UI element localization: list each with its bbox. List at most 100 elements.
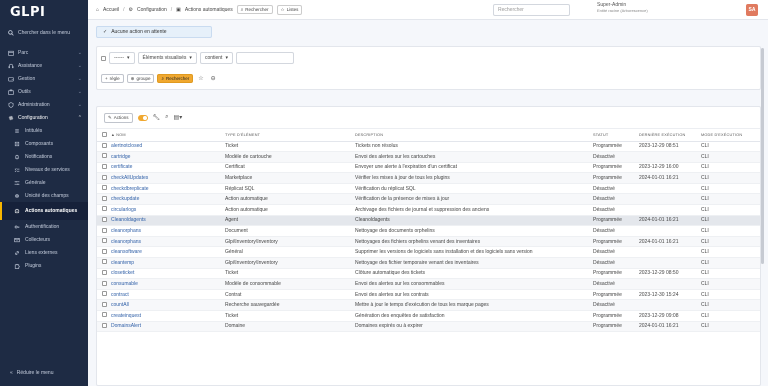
- row-checkbox[interactable]: [102, 259, 107, 265]
- row-checkbox[interactable]: [102, 312, 107, 318]
- column-header-derniere-execution[interactable]: DERNIÈRE EXÉCUTION: [639, 129, 701, 142]
- row-checkbox[interactable]: [102, 269, 107, 275]
- sidebar-item-notifications[interactable]: Notifications: [0, 150, 88, 163]
- row-checkbox[interactable]: [102, 163, 107, 169]
- table-row[interactable]: cleanorphans Glpi\Inventory\Inventory Nett…: [97, 236, 760, 248]
- row-checkbox[interactable]: [102, 238, 107, 244]
- table-row[interactable]: cartridge Modèle de cartouche Envoi des al…: [97, 151, 760, 163]
- table-row[interactable]: checkdbreplicate Réplicat SQL Vérification…: [97, 183, 760, 195]
- breadcrumb-home[interactable]: Accueil: [103, 7, 119, 13]
- link-select[interactable]: ------ ▾: [109, 52, 135, 64]
- row-checkbox[interactable]: [102, 142, 107, 148]
- table-row[interactable]: certificate Certificat Envoyer une alerte …: [97, 162, 760, 174]
- column-header-statut[interactable]: STATUT: [593, 129, 639, 142]
- table-row[interactable]: consumable Modèle de consommable Envoi des…: [97, 278, 760, 290]
- export-icon[interactable]: ▤▾: [174, 114, 183, 121]
- sidebar-item-liens-externes[interactable]: Liens externes: [0, 246, 88, 259]
- page-scrollbar[interactable]: [761, 48, 764, 264]
- row-link[interactable]: countAll: [111, 302, 129, 308]
- menu-item-outils[interactable]: Outils ⌄: [0, 85, 88, 98]
- select-all-checkbox[interactable]: [102, 131, 107, 137]
- row-link[interactable]: DomainsAlert: [111, 323, 141, 329]
- table-row[interactable]: createinquest Ticket Génération des enquêt…: [97, 310, 760, 322]
- user-menu[interactable]: Super-Admin Entité racine (Arborescence): [597, 2, 648, 14]
- row-link[interactable]: circularlogs: [111, 207, 136, 213]
- sidebar-item-unicite[interactable]: Unicité des champs: [0, 189, 88, 202]
- row-link[interactable]: closeticket: [111, 270, 134, 276]
- sidebar-item-intitules[interactable]: Intitulés: [0, 124, 88, 137]
- row-link[interactable]: checkAllUpdates: [111, 175, 148, 181]
- table-row[interactable]: cleantemp Glpi\Inventory\Inventory Nettoya…: [97, 257, 760, 269]
- sidebar-item-plugins[interactable]: Plugins: [0, 259, 88, 272]
- table-row[interactable]: Cleanoldagents Agent Cleanoldagents Program…: [97, 215, 760, 227]
- menu-item-administration[interactable]: Administration ⌄: [0, 98, 88, 111]
- row-checkbox[interactable]: [102, 322, 107, 328]
- row-checkbox[interactable]: [102, 185, 107, 191]
- row-checkbox[interactable]: [102, 206, 107, 212]
- sidebar-item-collecteurs[interactable]: Collecteurs: [0, 233, 88, 246]
- massive-actions-button[interactable]: ✎ Actions: [104, 112, 133, 123]
- row-link[interactable]: alertnotclosed: [111, 143, 142, 149]
- table-row[interactable]: cleanorphans Document Nettoyage des docume…: [97, 225, 760, 237]
- menu-item-assistance[interactable]: Assistance ⌄: [0, 59, 88, 72]
- table-row[interactable]: alertnotclosed Ticket Tickets non résolus P…: [97, 141, 760, 153]
- search-settings-icon[interactable]: ⌕: [165, 114, 168, 121]
- search-button[interactable]: ⌕ Rechercher: [236, 5, 273, 14]
- row-link[interactable]: checkupdate: [111, 196, 139, 202]
- avatar[interactable]: SA: [746, 4, 758, 16]
- table-row[interactable]: closeticket Ticket Clôture automatique des…: [97, 268, 760, 280]
- breadcrumb-configuration[interactable]: Configuration: [137, 7, 167, 13]
- column-header-mode-execution[interactable]: MODE D'EXÉCUTION: [701, 129, 760, 142]
- global-search-input[interactable]: Rechercher: [493, 4, 570, 16]
- table-row[interactable]: checkupdate Action automatique Vérificatio…: [97, 193, 760, 206]
- row-checkbox[interactable]: [102, 227, 107, 233]
- row-link[interactable]: certificate: [111, 164, 132, 170]
- row-checkbox[interactable]: [102, 195, 107, 201]
- column-header-nom[interactable]: ▲ NOM: [111, 129, 225, 142]
- table-row[interactable]: DomainsAlert Domaine Domaines expirés ou à…: [97, 321, 760, 333]
- row-link[interactable]: cleansoftware: [111, 249, 142, 255]
- menu-item-parc[interactable]: Parc ⌄: [0, 46, 88, 59]
- row-checkbox[interactable]: [102, 280, 107, 286]
- operator-select[interactable]: contient ▾: [199, 52, 233, 64]
- row-link[interactable]: contract: [111, 292, 129, 298]
- menu-item-gestion[interactable]: Gestion ⌄: [0, 72, 88, 85]
- table-row[interactable]: circularlogs Action automatique Archivage …: [97, 204, 760, 216]
- display-toggle[interactable]: [137, 114, 148, 121]
- value-input[interactable]: [235, 52, 294, 64]
- sidebar-item-authentification[interactable]: Authentification: [0, 220, 88, 233]
- sidebar-item-actions-automatiques[interactable]: Actions automatiques: [0, 202, 88, 220]
- row-checkbox[interactable]: [102, 216, 107, 222]
- column-header-type[interactable]: TYPE D'ÉLÉMENT: [225, 129, 355, 142]
- row-link[interactable]: consumable: [111, 281, 138, 287]
- add-rule-button[interactable]: + règle: [101, 74, 124, 83]
- row-link[interactable]: Cleanoldagents: [111, 217, 146, 223]
- row-link[interactable]: cleantemp: [111, 260, 134, 266]
- row-checkbox[interactable]: [102, 153, 107, 159]
- wrench-icon[interactable]: 🔧︎: [153, 114, 161, 121]
- pending-actions-button[interactable]: ✓ Aucune action en attente: [96, 26, 212, 38]
- row-link[interactable]: cartridge: [111, 154, 130, 160]
- criteria-checkbox[interactable]: [101, 55, 106, 61]
- column-header-description[interactable]: DESCRIPTION: [355, 129, 593, 142]
- sidebar-item-generale[interactable]: Générale: [0, 176, 88, 189]
- glpi-logo[interactable]: GLPI: [0, 0, 88, 24]
- row-checkbox[interactable]: [102, 291, 107, 297]
- row-checkbox[interactable]: [102, 248, 107, 254]
- sidebar-item-niveaux-services[interactable]: Niveaux de services: [0, 163, 88, 176]
- row-link[interactable]: checkdbreplicate: [111, 186, 149, 192]
- reset-search-icon[interactable]: ⊖: [209, 74, 218, 83]
- add-group-button[interactable]: ⊕ groupe: [126, 74, 155, 83]
- row-link[interactable]: cleanorphans: [111, 239, 141, 245]
- collapse-menu-button[interactable]: « Réduire le menu: [10, 370, 53, 376]
- field-select[interactable]: Éléments visualisés ▾: [137, 52, 197, 64]
- table-row[interactable]: countAll Recherche sauvegardée Mettre à jo…: [97, 299, 760, 311]
- save-search-star-icon[interactable]: ☆: [196, 74, 205, 83]
- menu-search[interactable]: Chercher dans le menu: [0, 24, 88, 42]
- table-row[interactable]: checkAllUpdates Marketplace Vérifier les m…: [97, 172, 760, 184]
- row-link[interactable]: createinquest: [111, 313, 141, 319]
- sidebar-item-composants[interactable]: Composants: [0, 137, 88, 150]
- lists-button[interactable]: ☆ Listes: [276, 4, 303, 15]
- breadcrumb-actions-automatiques[interactable]: Actions automatiques: [185, 7, 233, 13]
- row-checkbox[interactable]: [102, 301, 107, 307]
